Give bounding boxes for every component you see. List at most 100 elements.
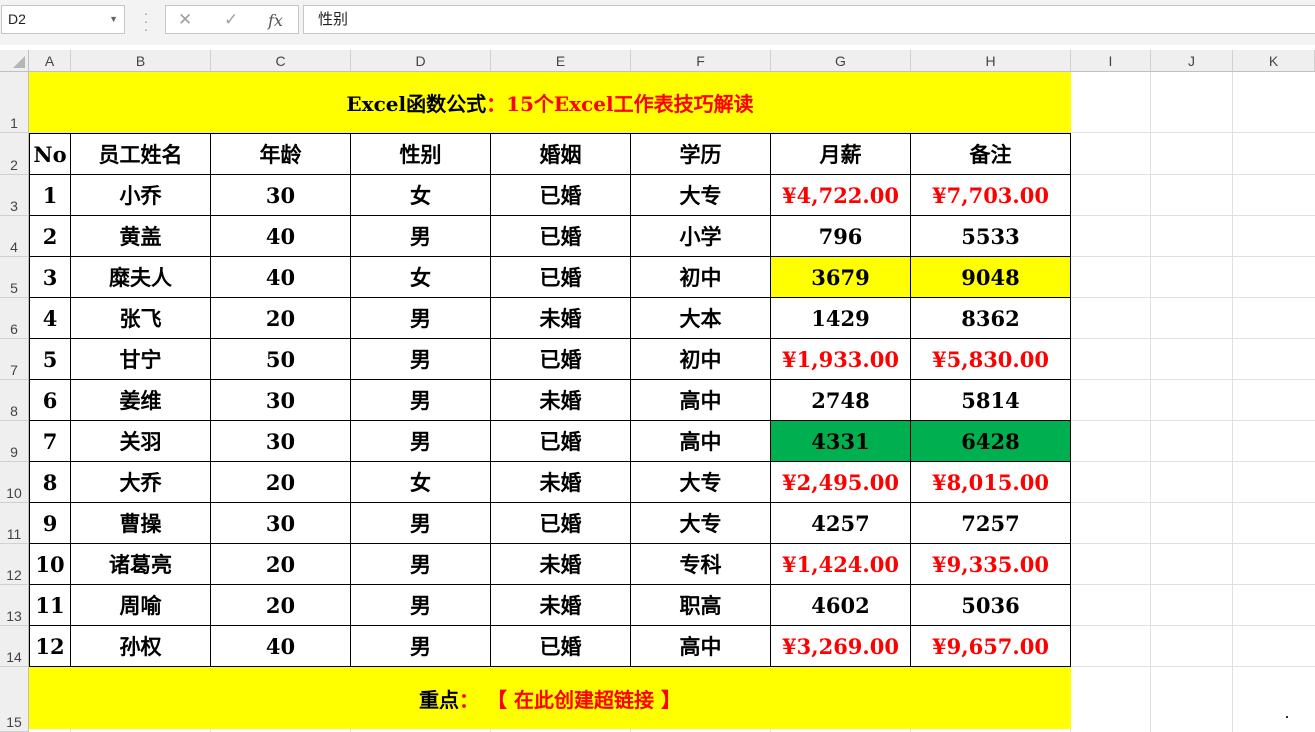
name-box[interactable]: D2 ▼ (1, 5, 125, 34)
table-cell[interactable]: 关羽 (71, 421, 211, 462)
table-cell[interactable]: 9048 (911, 257, 1071, 298)
table-cell[interactable]: ¥7,703.00 (911, 175, 1071, 216)
table-cell[interactable]: 职高 (631, 585, 771, 626)
row-header-1[interactable]: 1 (0, 72, 29, 133)
row-header-2[interactable]: 2 (0, 133, 29, 175)
table-cell[interactable]: 男 (351, 626, 491, 667)
table-cell[interactable]: 8362 (911, 298, 1071, 339)
table-cell[interactable]: 2 (29, 216, 71, 257)
header-cell[interactable]: No (29, 133, 71, 175)
table-cell[interactable]: 甘宁 (71, 339, 211, 380)
row-header-6[interactable]: 6 (0, 298, 29, 339)
header-cell[interactable]: 性别 (351, 133, 491, 175)
table-cell[interactable]: 20 (211, 585, 351, 626)
header-cell[interactable]: 员工姓名 (71, 133, 211, 175)
table-cell[interactable]: 3679 (771, 257, 911, 298)
column-header-g[interactable]: G (771, 50, 911, 72)
header-cell[interactable]: 婚姻 (491, 133, 631, 175)
table-cell[interactable]: 2748 (771, 380, 911, 421)
table-cell[interactable]: 男 (351, 298, 491, 339)
table-cell[interactable]: 5814 (911, 380, 1071, 421)
formula-input[interactable]: 性别 (303, 5, 1315, 34)
table-cell[interactable]: 高中 (631, 626, 771, 667)
table-cell[interactable]: ¥5,830.00 (911, 339, 1071, 380)
table-cell[interactable]: 已婚 (491, 257, 631, 298)
column-header-c[interactable]: C (211, 50, 351, 72)
table-cell[interactable]: 已婚 (491, 421, 631, 462)
table-cell[interactable]: 6 (29, 380, 71, 421)
table-cell[interactable]: 大乔 (71, 462, 211, 503)
table-cell[interactable]: 已婚 (491, 626, 631, 667)
column-header-b[interactable]: B (71, 50, 211, 72)
row-header-8[interactable]: 8 (0, 380, 29, 421)
table-cell[interactable]: 大专 (631, 503, 771, 544)
column-header-f[interactable]: F (631, 50, 771, 72)
table-cell[interactable]: ¥9,657.00 (911, 626, 1071, 667)
table-cell[interactable]: 男 (351, 339, 491, 380)
table-cell[interactable]: 4 (29, 298, 71, 339)
row-header-13[interactable]: 13 (0, 585, 29, 626)
table-cell[interactable]: 12 (29, 626, 71, 667)
table-cell[interactable]: ¥4,722.00 (771, 175, 911, 216)
table-cell[interactable]: 高中 (631, 380, 771, 421)
table-cell[interactable]: 未婚 (491, 380, 631, 421)
table-cell[interactable]: 1 (29, 175, 71, 216)
table-cell[interactable]: 男 (351, 421, 491, 462)
table-cell[interactable]: 小学 (631, 216, 771, 257)
table-cell[interactable]: 女 (351, 175, 491, 216)
table-cell[interactable]: 专科 (631, 544, 771, 585)
column-header-k[interactable]: K (1233, 50, 1315, 72)
table-cell[interactable]: ¥1,933.00 (771, 339, 911, 380)
row-header-14[interactable]: 14 (0, 626, 29, 667)
table-cell[interactable]: 女 (351, 462, 491, 503)
table-cell[interactable]: 男 (351, 380, 491, 421)
table-cell[interactable]: 黄盖 (71, 216, 211, 257)
table-cell[interactable]: 高中 (631, 421, 771, 462)
table-cell[interactable]: 40 (211, 257, 351, 298)
table-cell[interactable]: 40 (211, 626, 351, 667)
table-cell[interactable]: 大本 (631, 298, 771, 339)
row-header-3[interactable]: 3 (0, 175, 29, 216)
row-header-9[interactable]: 9 (0, 421, 29, 462)
table-cell[interactable]: ¥2,495.00 (771, 462, 911, 503)
table-cell[interactable]: 初中 (631, 257, 771, 298)
column-header-d[interactable]: D (351, 50, 491, 72)
table-cell[interactable]: 未婚 (491, 585, 631, 626)
table-cell[interactable]: 男 (351, 585, 491, 626)
table-cell[interactable]: 诸葛亮 (71, 544, 211, 585)
table-cell[interactable]: 大专 (631, 462, 771, 503)
header-cell[interactable]: 备注 (911, 133, 1071, 175)
table-cell[interactable]: 4331 (771, 421, 911, 462)
table-cell[interactable]: ¥1,424.00 (771, 544, 911, 585)
table-cell[interactable]: 11 (29, 585, 71, 626)
row-header-10[interactable]: 10 (0, 462, 29, 503)
column-header-i[interactable]: I (1071, 50, 1151, 72)
table-cell[interactable]: 6428 (911, 421, 1071, 462)
table-cell[interactable]: 20 (211, 462, 351, 503)
table-cell[interactable]: 男 (351, 503, 491, 544)
cancel-icon[interactable]: ✕ (178, 10, 192, 30)
table-cell[interactable]: 已婚 (491, 216, 631, 257)
column-header-e[interactable]: E (491, 50, 631, 72)
insert-function-icon[interactable]: fx (268, 11, 283, 30)
header-cell[interactable]: 学历 (631, 133, 771, 175)
row-header-4[interactable]: 4 (0, 216, 29, 257)
table-cell[interactable]: 40 (211, 216, 351, 257)
table-cell[interactable]: 已婚 (491, 339, 631, 380)
table-cell[interactable]: 男 (351, 216, 491, 257)
table-cell[interactable]: 20 (211, 298, 351, 339)
table-cell[interactable]: 初中 (631, 339, 771, 380)
row-header-15[interactable]: 15 (0, 667, 29, 732)
table-cell[interactable]: ¥8,015.00 (911, 462, 1071, 503)
table-cell[interactable]: 姜维 (71, 380, 211, 421)
table-cell[interactable]: 大专 (631, 175, 771, 216)
table-cell[interactable]: 30 (211, 503, 351, 544)
sheet-title[interactable]: Excel函数公式 ：15个Excel工作表技巧解读 (29, 72, 1071, 132)
table-cell[interactable]: 1429 (771, 298, 911, 339)
header-cell[interactable]: 年龄 (211, 133, 351, 175)
table-cell[interactable]: 9 (29, 503, 71, 544)
table-cell[interactable]: 未婚 (491, 462, 631, 503)
row-header-11[interactable]: 11 (0, 503, 29, 544)
table-cell[interactable]: 张飞 (71, 298, 211, 339)
table-cell[interactable]: ¥3,269.00 (771, 626, 911, 667)
